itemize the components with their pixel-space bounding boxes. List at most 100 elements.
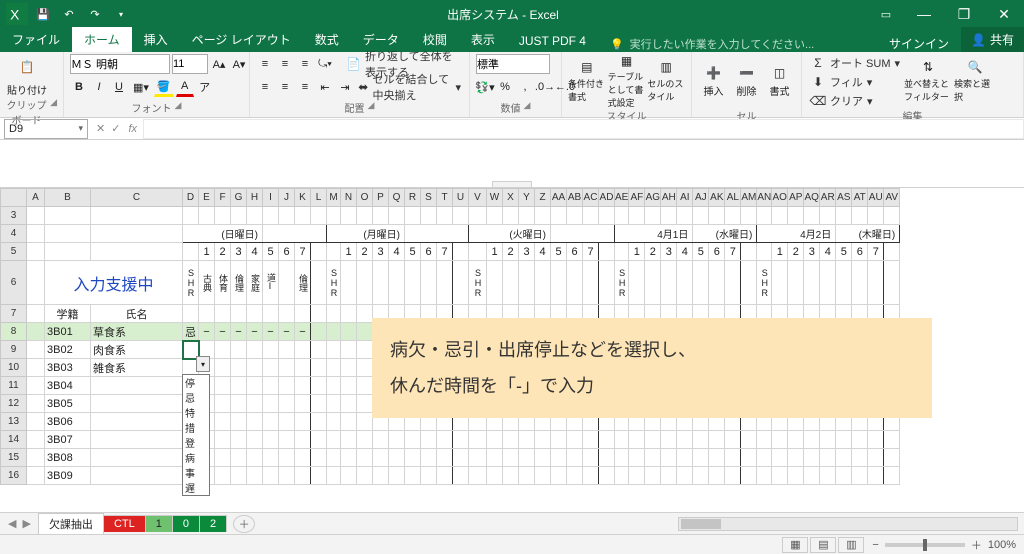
new-sheet-button[interactable]: ＋: [233, 515, 255, 533]
tab-formulas[interactable]: 数式: [303, 27, 351, 52]
number-format-combo[interactable]: [476, 54, 550, 74]
normal-view-icon[interactable]: ▦: [782, 537, 808, 553]
enter-formula-icon[interactable]: ✓: [111, 122, 120, 135]
tab-view[interactable]: 表示: [459, 27, 507, 52]
font-size-combo[interactable]: [172, 54, 208, 74]
page-layout-view-icon[interactable]: ▤: [810, 537, 836, 553]
col-header[interactable]: Y: [519, 189, 535, 207]
col-header[interactable]: L: [311, 189, 327, 207]
sheet-nav[interactable]: ◀▶: [0, 517, 39, 530]
signin-link[interactable]: サインイン: [877, 35, 961, 52]
col-header[interactable]: AE: [615, 189, 629, 207]
row-header[interactable]: 7: [1, 305, 27, 323]
undo-icon[interactable]: ↶: [58, 3, 80, 25]
sheet-tab-2[interactable]: CTL: [103, 515, 146, 532]
tab-insert[interactable]: 挿入: [132, 27, 180, 52]
percent-icon[interactable]: %: [496, 77, 514, 97]
col-header[interactable]: AJ: [693, 189, 709, 207]
col-header[interactable]: M: [327, 189, 341, 207]
number-launcher-icon[interactable]: ◢: [524, 100, 531, 115]
col-header[interactable]: H: [247, 189, 263, 207]
col-header[interactable]: AT: [852, 189, 868, 207]
row-header[interactable]: 11: [1, 377, 27, 395]
col-header[interactable]: AG: [645, 189, 661, 207]
row-header[interactable]: 4: [1, 225, 27, 243]
cell-style-button[interactable]: ▥セルのスタイル: [647, 54, 685, 108]
col-header[interactable]: X: [503, 189, 519, 207]
dropdown-option[interactable]: 登: [183, 435, 209, 450]
align-left-icon[interactable]: ≡: [256, 77, 274, 97]
col-header[interactable]: S: [421, 189, 437, 207]
sheet-next-icon[interactable]: ▶: [22, 517, 30, 530]
dropdown-option[interactable]: 遅: [183, 480, 209, 495]
col-header[interactable]: AO: [772, 189, 788, 207]
col-header[interactable]: AF: [629, 189, 645, 207]
tab-file[interactable]: ファイル: [0, 27, 72, 52]
cancel-formula-icon[interactable]: ✕: [96, 122, 105, 135]
col-header[interactable]: D: [183, 189, 199, 207]
zoom-slider[interactable]: [885, 543, 965, 547]
formula-bar[interactable]: [143, 119, 1024, 139]
col-header[interactable]: AP: [788, 189, 804, 207]
col-header[interactable]: P: [373, 189, 389, 207]
col-header[interactable]: N: [341, 189, 357, 207]
col-header[interactable]: C: [91, 189, 183, 207]
orientation-icon[interactable]: ⤿▾: [316, 54, 334, 74]
cell-dropdown-button[interactable]: ▾: [196, 356, 210, 372]
sheet-tab-5[interactable]: 2: [199, 515, 227, 532]
save-icon[interactable]: 💾: [32, 3, 54, 25]
maximize-button[interactable]: ❐: [944, 0, 984, 28]
dropdown-option[interactable]: 特: [183, 405, 209, 420]
column-headers[interactable]: ABCDEFGHIJKLMNOPQRSTUVWXYZAAABACADAEAFAG…: [1, 189, 900, 207]
col-header[interactable]: E: [199, 189, 215, 207]
row-header[interactable]: 13: [1, 413, 27, 431]
col-header[interactable]: AK: [709, 189, 725, 207]
font-launcher-icon[interactable]: ◢: [175, 100, 182, 115]
row-header[interactable]: 5: [1, 243, 27, 261]
formula-expand-handle[interactable]: [492, 181, 532, 187]
row-header[interactable]: 6: [1, 261, 27, 305]
col-header[interactable]: Q: [389, 189, 405, 207]
col-header[interactable]: AU: [868, 189, 884, 207]
col-header[interactable]: AL: [725, 189, 741, 207]
cell-dropdown-list[interactable]: 停忌特措登病事遅: [182, 374, 210, 496]
row-header[interactable]: 12: [1, 395, 27, 413]
format-cells-button[interactable]: ◫書式: [764, 54, 795, 108]
find-select-button[interactable]: 🔍検索と選択: [954, 54, 996, 108]
fill-button[interactable]: ⬇フィル▾: [808, 73, 902, 91]
bold-button[interactable]: B: [70, 77, 88, 97]
scrollbar-thumb[interactable]: [681, 519, 721, 529]
tab-page-layout[interactable]: ページ レイアウト: [180, 27, 303, 52]
row-header[interactable]: 9: [1, 341, 27, 359]
row-header[interactable]: 3: [1, 207, 27, 225]
col-header[interactable]: I: [263, 189, 279, 207]
redo-icon[interactable]: ↷: [84, 3, 106, 25]
dropdown-option[interactable]: 病: [183, 450, 209, 465]
select-all-button[interactable]: [1, 189, 27, 207]
fx-icon[interactable]: fx: [128, 123, 143, 135]
align-launcher-icon[interactable]: ◢: [368, 100, 375, 115]
align-center-icon[interactable]: ≡: [276, 77, 294, 97]
sheet-prev-icon[interactable]: ◀: [8, 517, 16, 530]
row-header[interactable]: 14: [1, 431, 27, 449]
col-header[interactable]: T: [437, 189, 453, 207]
merge-center-button[interactable]: ⬌セルを結合して中央揃え▾: [356, 78, 463, 96]
ribbon-display-icon[interactable]: ▭: [868, 0, 904, 28]
align-bottom-icon[interactable]: ≡: [296, 54, 314, 74]
col-header[interactable]: AV: [884, 189, 900, 207]
col-header[interactable]: AR: [820, 189, 836, 207]
sort-filter-button[interactable]: ⇅並べ替えとフィルター: [904, 54, 952, 108]
col-header[interactable]: W: [487, 189, 503, 207]
col-header[interactable]: K: [295, 189, 311, 207]
align-right-icon[interactable]: ≡: [296, 77, 314, 97]
minimize-button[interactable]: —: [904, 0, 944, 28]
col-header[interactable]: AN: [757, 189, 772, 207]
row-header[interactable]: 16: [1, 467, 27, 485]
dropdown-option[interactable]: 忌: [183, 390, 209, 405]
qat-customize-icon[interactable]: ▾: [110, 3, 132, 25]
close-button[interactable]: ✕: [984, 0, 1024, 28]
accounting-icon[interactable]: 💱▾: [476, 77, 494, 97]
indent-dec-icon[interactable]: ⇤: [316, 77, 334, 97]
col-header[interactable]: AQ: [804, 189, 820, 207]
paste-button[interactable]: 📋 貼り付け: [6, 54, 48, 97]
